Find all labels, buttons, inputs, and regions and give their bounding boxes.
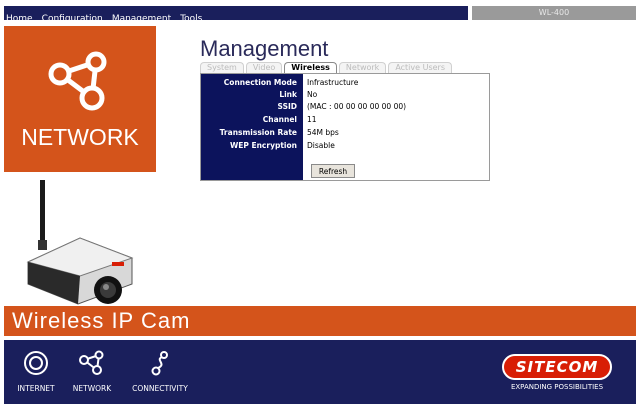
page-title: Management bbox=[200, 36, 329, 61]
connectivity-icon bbox=[151, 351, 168, 376]
sitecom-tagline: EXPANDING POSSIBILITIES bbox=[510, 383, 604, 391]
ssid-label: SSID bbox=[277, 102, 297, 111]
channel-value: 11 bbox=[307, 115, 317, 124]
nav-link-management[interactable]: Management bbox=[112, 14, 171, 24]
wireless-info-panel: Connection Mode Infrastructure Link No S… bbox=[200, 73, 490, 181]
wep-encryption-value: Disable bbox=[307, 141, 335, 150]
network-tile: NETWORK bbox=[4, 26, 156, 172]
network-icon bbox=[79, 350, 104, 375]
link-value: No bbox=[307, 90, 318, 99]
network-tile-label: NETWORK bbox=[21, 124, 139, 150]
tab-active-users[interactable]: Active Users bbox=[388, 62, 453, 73]
tab-network[interactable]: Network bbox=[338, 62, 387, 73]
camera-image bbox=[26, 180, 134, 305]
link-label: Link bbox=[279, 90, 297, 99]
tab-wireless[interactable]: Wireless bbox=[284, 62, 337, 73]
product-banner: Wireless IP Cam bbox=[4, 306, 636, 336]
connection-mode-value: Infrastructure bbox=[307, 78, 359, 87]
internet-icon bbox=[24, 351, 48, 375]
bottom-item-connectivity[interactable]: CONNECTIVITY bbox=[124, 350, 196, 393]
connection-mode-label: Connection Mode bbox=[223, 78, 297, 87]
nav-link-home[interactable]: Home bbox=[6, 14, 33, 24]
ssid-value: (MAC : 00 00 00 00 00 00) bbox=[307, 102, 407, 111]
top-bar: Home Configuration Management Tools WL-4… bbox=[0, 0, 640, 24]
network-icon bbox=[48, 51, 107, 111]
wep-encryption-label: WEP Encryption bbox=[229, 141, 297, 150]
bottom-bar: INTERNET NETWORK CONNECTIVITY SITECOM EX… bbox=[4, 340, 636, 404]
channel-label: Channel bbox=[262, 115, 297, 124]
model-label: WL-400 bbox=[472, 6, 636, 20]
nav-link-tools[interactable]: Tools bbox=[180, 14, 202, 24]
sitecom-logo: SITECOM EXPANDING POSSIBILITIES bbox=[496, 354, 618, 391]
transmission-rate-label: Transmission Rate bbox=[219, 128, 297, 137]
nav-link-configuration[interactable]: Configuration bbox=[42, 14, 103, 24]
top-nav: Home Configuration Management Tools bbox=[4, 6, 468, 24]
tab-bar: System Video Wireless Network Active Use… bbox=[200, 62, 454, 73]
product-name: Wireless IP Cam bbox=[12, 308, 191, 333]
transmission-rate-value: 54M bps bbox=[307, 128, 339, 137]
tab-video[interactable]: Video bbox=[245, 62, 283, 73]
bottom-item-network[interactable]: NETWORK bbox=[56, 350, 128, 393]
sitecom-logo-text: SITECOM bbox=[502, 354, 612, 380]
tab-system[interactable]: System bbox=[200, 62, 244, 73]
bottom-item-connectivity-label: CONNECTIVITY bbox=[132, 384, 188, 393]
refresh-button[interactable]: Refresh bbox=[311, 164, 355, 178]
bottom-item-network-label: NETWORK bbox=[72, 384, 112, 393]
